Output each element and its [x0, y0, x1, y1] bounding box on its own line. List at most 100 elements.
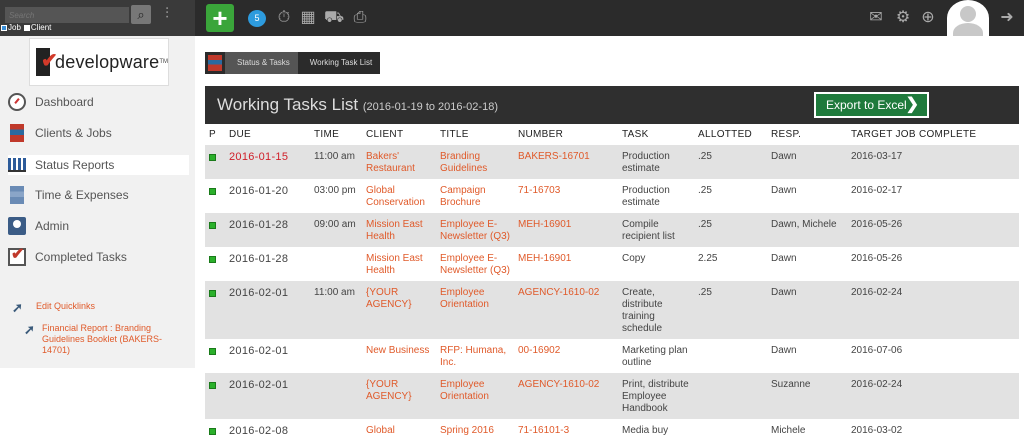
priority-indicator-icon[interactable]	[209, 154, 216, 161]
priority-indicator-icon[interactable]	[209, 256, 216, 263]
truck-icon[interactable]: ⛟	[324, 8, 344, 28]
filter-sliders-icon[interactable]: ⫶	[157, 4, 177, 24]
breadcrumb-status-tasks[interactable]: Status & Tasks	[225, 52, 298, 74]
quicklink-financial-report[interactable]: Financial Report : Branding Guidelines B…	[42, 323, 182, 356]
clients-jobs-icon	[10, 124, 24, 142]
table-row[interactable]: 2016-01-28 09:00 am Mission East Health Emp…	[205, 213, 1019, 247]
panel-header: Working Tasks List (2016-01-19 to 2016-0…	[205, 86, 1019, 124]
developware-logo[interactable]: developwareTM	[29, 38, 169, 86]
sidebar-item-status-reports[interactable]: Status Reports	[8, 155, 189, 175]
sidebar-item-admin[interactable]: Admin	[8, 216, 189, 236]
job-checkbox[interactable]	[1, 24, 7, 31]
sidebar-item-dashboard[interactable]: Dashboard	[8, 92, 189, 112]
sidebar-item-label: Status Reports	[35, 158, 115, 172]
header-client[interactable]: CLIENT	[362, 124, 436, 145]
job-number-link[interactable]: MEH-16901	[514, 247, 618, 281]
header-number[interactable]: NUMBER	[514, 124, 618, 145]
messages-icon[interactable]: ✉	[866, 8, 886, 28]
help-lifebuoy-icon[interactable]: ⊕	[918, 8, 938, 28]
table-row[interactable]: 2016-02-01 11:00 am {YOUR AGENCY} Employee …	[205, 281, 1019, 339]
export-to-excel-button[interactable]: Export to Excel ❯	[814, 92, 929, 118]
job-number-link[interactable]: MEH-16901	[514, 213, 618, 247]
client-link[interactable]: {YOUR AGENCY}	[362, 373, 436, 419]
client-link[interactable]: Global Conservation	[362, 179, 436, 213]
table-row[interactable]: 2016-02-01 New Business RFP: Humana, Inc. 0…	[205, 339, 1019, 373]
client-link[interactable]: Bakers' Restaurant	[362, 145, 436, 179]
allotted-hours: 2.25	[694, 247, 767, 281]
priority-cell	[205, 373, 225, 419]
job-number-link[interactable]: 71-16703	[514, 179, 618, 213]
priority-indicator-icon[interactable]	[209, 222, 216, 229]
page-title: Working Tasks List (2016-01-19 to 2016-0…	[217, 95, 498, 115]
search-button[interactable]: ⌕	[131, 5, 151, 24]
breadcrumb: Status & Tasks Working Task List	[205, 52, 381, 74]
priority-indicator-icon[interactable]	[209, 382, 216, 389]
responsible: Dawn	[767, 281, 847, 339]
add-button[interactable]: +	[206, 4, 234, 32]
priority-indicator-icon[interactable]	[209, 428, 216, 435]
chat-notification-icon[interactable]: 5	[248, 10, 266, 27]
job-number-link[interactable]: AGENCY-1610-02	[514, 281, 618, 339]
table-row[interactable]: 2016-01-20 03:00 pm Global Conservation Cam…	[205, 179, 1019, 213]
job-option[interactable]: Job	[1, 23, 21, 32]
job-number-link[interactable]: BAKERS-16701	[514, 145, 618, 179]
client-link[interactable]: Mission East Health	[362, 247, 436, 281]
quicklink-arrow-icon: ➚	[12, 300, 23, 315]
client-link[interactable]: New Business	[362, 339, 436, 373]
title-link[interactable]: Employee E-Newsletter (Q3)	[436, 247, 514, 281]
title-link[interactable]: RFP: Humana, Inc.	[436, 339, 514, 373]
title-link[interactable]: Branding Guidelines	[436, 145, 514, 179]
header-allotted[interactable]: ALLOTTED	[694, 124, 767, 145]
table-row[interactable]: 2016-01-15 11:00 am Bakers' Restaurant Bran…	[205, 145, 1019, 179]
client-checkbox[interactable]	[23, 24, 30, 31]
header-priority[interactable]: P	[205, 124, 225, 145]
allotted-hours: .25	[694, 145, 767, 179]
dashboard-icon	[8, 93, 26, 111]
job-number-link[interactable]: 00-16902	[514, 339, 618, 373]
title-link[interactable]: Employee E-Newsletter (Q3)	[436, 213, 514, 247]
header-due[interactable]: DUE	[225, 124, 310, 145]
calendar-icon[interactable]: ▦	[298, 8, 318, 28]
title-link[interactable]: Spring 2016	[436, 419, 514, 437]
header-title[interactable]: TITLE	[436, 124, 514, 145]
logout-icon[interactable]: ➜	[997, 8, 1017, 28]
sidebar-item-label: Time & Expenses	[35, 188, 129, 202]
checkbox-icon	[8, 244, 26, 266]
client-link[interactable]: {YOUR AGENCY}	[362, 281, 436, 339]
table-row[interactable]: 2016-02-01 {YOUR AGENCY} Employee Orientat…	[205, 373, 1019, 419]
stopwatch-icon[interactable]: ⏱	[274, 8, 294, 28]
header-target[interactable]: TARGET JOB COMPLETE	[847, 124, 1019, 145]
responsible: Dawn	[767, 179, 847, 213]
priority-indicator-icon[interactable]	[209, 348, 216, 355]
header-task[interactable]: TASK	[618, 124, 694, 145]
gear-icon[interactable]: ⚙	[893, 8, 913, 28]
client-option[interactable]: Client	[23, 23, 51, 32]
page-title-text: Working Tasks List	[217, 95, 359, 114]
client-link[interactable]: Mission East Health	[362, 213, 436, 247]
priority-indicator-icon[interactable]	[209, 290, 216, 297]
header-time[interactable]: TIME	[310, 124, 362, 145]
table-row[interactable]: 2016-02-08 Global Spring 2016 71-16101-3 Med…	[205, 419, 1019, 437]
title-link[interactable]: Campaign Brochure	[436, 179, 514, 213]
due-date: 2016-01-15	[225, 145, 310, 179]
sidebar-item-completed-tasks[interactable]: Completed Tasks	[8, 244, 189, 267]
sidebar-item-clients-jobs[interactable]: Clients & Jobs	[8, 123, 189, 143]
header-resp[interactable]: RESP.	[767, 124, 847, 145]
table-row[interactable]: 2016-01-28 Mission East Health Employee E-…	[205, 247, 1019, 281]
due-date: 2016-02-01	[225, 373, 310, 419]
avatar[interactable]	[947, 0, 989, 36]
client-link[interactable]: Global	[362, 419, 436, 437]
title-link[interactable]: Employee Orientation	[436, 373, 514, 419]
edit-quicklinks-link[interactable]: Edit Quicklinks	[36, 301, 95, 312]
title-link[interactable]: Employee Orientation	[436, 281, 514, 339]
job-number-link[interactable]: 71-16101-3	[514, 419, 618, 437]
job-number-link[interactable]: AGENCY-1610-02	[514, 373, 618, 419]
logo-text: developware	[55, 51, 160, 72]
search-input[interactable]	[5, 7, 129, 23]
printer-icon[interactable]: ⎙	[350, 8, 370, 28]
task-name: Compile recipient list	[618, 213, 694, 247]
allotted-hours: .25	[694, 213, 767, 247]
priority-indicator-icon[interactable]	[209, 188, 216, 195]
sidebar-item-time-expenses[interactable]: Time & Expenses	[8, 185, 189, 205]
priority-cell	[205, 281, 225, 339]
